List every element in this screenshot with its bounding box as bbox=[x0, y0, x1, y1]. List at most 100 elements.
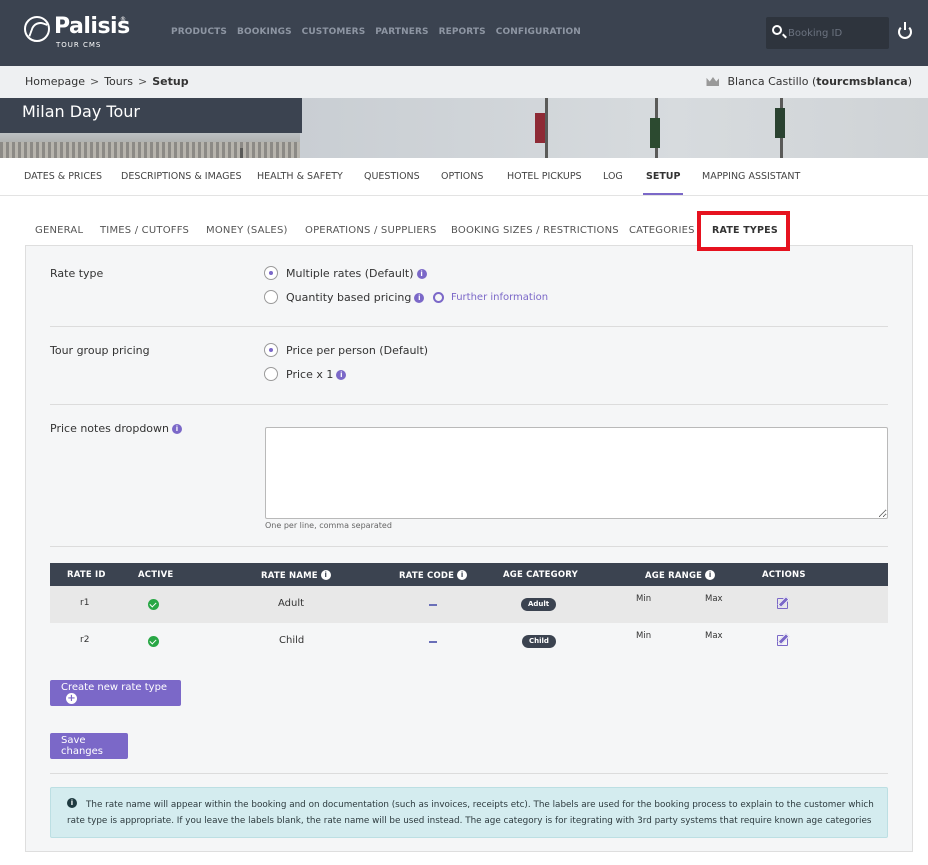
col-rate-code: RATE CODE i bbox=[399, 570, 468, 581]
subtab-general[interactable]: GENERAL bbox=[35, 225, 83, 236]
empty-dash bbox=[429, 641, 437, 643]
tab-dates-prices[interactable]: DATES & PRICES bbox=[24, 171, 102, 182]
palisis-logo-icon bbox=[24, 16, 50, 42]
edit-icon[interactable] bbox=[777, 635, 788, 646]
nav-reports[interactable]: REPORTS bbox=[439, 27, 486, 37]
rate-types-panel bbox=[25, 245, 913, 852]
info-icon[interactable]: i bbox=[336, 370, 347, 380]
multiple-rates-option[interactable]: Multiple rates (Default) i bbox=[286, 267, 427, 280]
divider bbox=[50, 546, 888, 547]
empty-dash bbox=[429, 604, 437, 606]
nav-customers[interactable]: CUSTOMERS bbox=[302, 27, 366, 37]
lifebuoy-icon bbox=[433, 292, 444, 303]
nav-configuration[interactable]: CONFIGURATION bbox=[496, 27, 581, 37]
active-check-icon bbox=[148, 599, 159, 610]
price-per-person-option[interactable]: Price per person (Default) bbox=[286, 344, 428, 357]
logo-subtitle: TOUR CMS bbox=[56, 41, 102, 49]
search-icon[interactable] bbox=[772, 25, 782, 35]
subtab-booking-sizes[interactable]: BOOKING SIZES / RESTRICTIONS bbox=[451, 225, 619, 236]
table-row: r1 Adult Adult Min Max bbox=[50, 586, 888, 623]
quantity-pricing-option[interactable]: Quantity based pricing i bbox=[286, 291, 425, 304]
palisis-logo[interactable]: Palisis ® TOUR CMS bbox=[24, 14, 134, 54]
active-check-icon bbox=[148, 636, 159, 647]
tour-group-pricing-label: Tour group pricing bbox=[50, 344, 150, 357]
price-x1-option[interactable]: Price x 1i bbox=[286, 368, 347, 381]
subtab-rate-types[interactable]: RATE TYPES bbox=[697, 211, 790, 251]
col-age-range: AGE RANGE i bbox=[645, 570, 716, 581]
breadcrumb-homepage[interactable]: Homepage bbox=[25, 75, 85, 88]
tab-health-safety[interactable]: HEALTH & SAFETY bbox=[257, 171, 343, 182]
breadcrumb-separator: > bbox=[89, 75, 100, 88]
info-icon[interactable]: i bbox=[416, 269, 427, 279]
info-message-text: The rate name will appear within the boo… bbox=[67, 800, 874, 826]
radio-quantity-pricing[interactable] bbox=[264, 290, 278, 304]
edit-icon[interactable] bbox=[777, 598, 788, 609]
tab-setup[interactable]: SETUP bbox=[646, 171, 681, 182]
radio-price-x1[interactable] bbox=[264, 367, 278, 381]
info-icon[interactable]: i bbox=[320, 570, 331, 580]
radio-price-per-person[interactable] bbox=[264, 343, 278, 357]
nav-partners[interactable]: PARTNERS bbox=[375, 27, 428, 37]
table-row: r2 Child Child Min Max bbox=[50, 623, 888, 660]
tab-options[interactable]: OPTIONS bbox=[441, 171, 483, 182]
further-information-link[interactable]: Further information bbox=[451, 292, 548, 303]
age-min: Min bbox=[636, 631, 652, 641]
age-category-badge: Child bbox=[522, 635, 556, 648]
main-nav: PRODUCTS BOOKINGS CUSTOMERS PARTNERS REP… bbox=[171, 27, 591, 37]
tab-mapping-assistant[interactable]: MAPPING ASSISTANT bbox=[702, 171, 800, 182]
divider bbox=[50, 773, 888, 774]
user-info[interactable]: Blanca Castillo (tourcmsblanca) bbox=[706, 75, 912, 88]
save-changes-button[interactable]: Save changes bbox=[50, 733, 128, 759]
price-notes-textarea[interactable] bbox=[265, 427, 888, 519]
top-navigation-bar: Palisis ® TOUR CMS PRODUCTS BOOKINGS CUS… bbox=[0, 0, 928, 66]
nav-bookings[interactable]: BOOKINGS bbox=[237, 27, 292, 37]
breadcrumb-bar: Homepage > Tours > Setup Blanca Castillo (to… bbox=[0, 66, 928, 98]
info-icon[interactable]: i bbox=[705, 570, 716, 580]
subtab-operations-suppliers[interactable]: OPERATIONS / SUPPLIERS bbox=[305, 225, 437, 236]
user-username: tourcmsblanca bbox=[816, 75, 908, 88]
booking-search bbox=[766, 17, 889, 49]
rate-type-label: Rate type bbox=[50, 267, 104, 280]
info-icon[interactable]: i bbox=[172, 424, 182, 434]
active-tab-underline bbox=[643, 193, 683, 195]
booking-id-input[interactable] bbox=[788, 24, 884, 42]
col-age-category: AGE CATEGORY bbox=[503, 570, 578, 580]
col-active: ACTIVE bbox=[138, 570, 174, 580]
radio-multiple-rates[interactable] bbox=[264, 266, 278, 280]
subtab-categories[interactable]: CATEGORIES bbox=[629, 225, 695, 236]
tab-questions[interactable]: QUESTIONS bbox=[364, 171, 420, 182]
logo-registered-mark: ® bbox=[120, 16, 126, 23]
tab-hotel-pickups[interactable]: HOTEL PICKUPS bbox=[507, 171, 582, 182]
age-max: Max bbox=[705, 631, 723, 641]
breadcrumb-tours[interactable]: Tours bbox=[104, 75, 133, 88]
info-icon[interactable]: i bbox=[414, 293, 425, 303]
breadcrumb-separator: > bbox=[138, 75, 148, 88]
col-rate-name: RATE NAME i bbox=[261, 570, 331, 581]
rate-table-header: RATE ID ACTIVE RATE NAME i RATE CODE i AGE… bbox=[50, 563, 888, 586]
tab-log[interactable]: LOG bbox=[603, 171, 623, 182]
rate-name: Child bbox=[279, 635, 305, 646]
info-message-box: i The rate name will appear within the b… bbox=[50, 787, 888, 838]
nav-products[interactable]: PRODUCTS bbox=[171, 27, 227, 37]
crown-icon bbox=[706, 77, 720, 86]
breadcrumb-setup: Setup bbox=[152, 75, 189, 88]
col-rate-id: RATE ID bbox=[67, 570, 106, 580]
logout-power-icon[interactable] bbox=[898, 22, 912, 39]
age-min: Min bbox=[636, 594, 652, 604]
age-max: Max bbox=[705, 594, 723, 604]
plus-icon: + bbox=[66, 693, 77, 704]
tour-title-box: Milan Day Tour bbox=[0, 98, 302, 133]
price-notes-hint: One per line, comma separated bbox=[265, 521, 392, 530]
user-name: Blanca Castillo bbox=[727, 75, 809, 88]
main-tabs: DATES & PRICES DESCRIPTIONS & IMAGES HEA… bbox=[0, 158, 928, 196]
info-icon[interactable]: i bbox=[457, 570, 468, 580]
tour-title: Milan Day Tour bbox=[22, 102, 140, 121]
create-rate-type-button[interactable]: Create new rate type+ bbox=[50, 680, 181, 706]
subtab-times-cutoffs[interactable]: TIMES / CUTOFFS bbox=[100, 225, 189, 236]
tab-descriptions-images[interactable]: DESCRIPTIONS & IMAGES bbox=[121, 171, 242, 182]
divider bbox=[50, 326, 888, 327]
rate-id: r1 bbox=[80, 598, 90, 608]
subtab-money-sales[interactable]: MONEY (SALES) bbox=[206, 225, 288, 236]
logo-text: Palisis bbox=[54, 14, 130, 39]
subtab-rate-types-label: RATE TYPES bbox=[712, 225, 778, 236]
